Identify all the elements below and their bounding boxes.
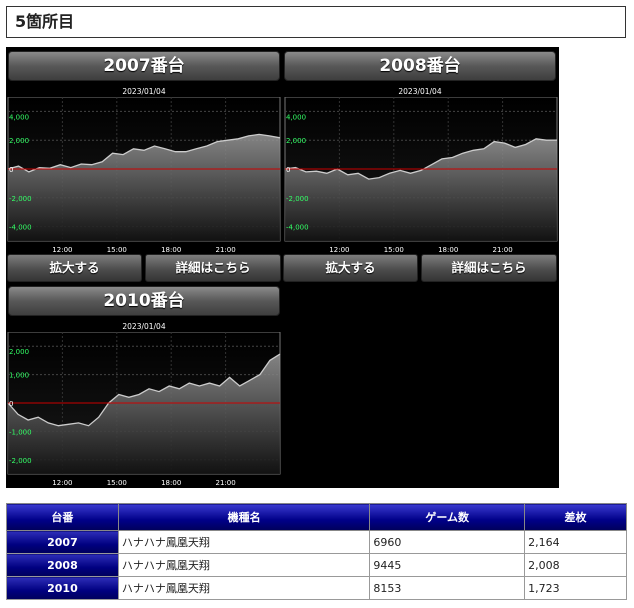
- slump-chart-2010: 2,000 1,000 0 -1,000 -2,000 12:00 15:00 18:00 21…: [7, 332, 281, 487]
- x-tick-label: 18:00: [438, 246, 458, 254]
- x-tick-label: 12:00: [329, 246, 349, 254]
- cell-machine-number: 2007: [6, 530, 119, 554]
- table-row: 2010 ハナハナ鳳凰天翔 8153 1,723: [6, 576, 627, 600]
- y-tick-label: 4,000: [286, 113, 306, 121]
- cell-model-name: ハナハナ鳳凰天翔: [117, 530, 371, 554]
- cell-game-count: 6960: [369, 530, 526, 554]
- zoom-button-2008[interactable]: 拡大する: [283, 254, 418, 282]
- y-tick-label: 2,000: [9, 348, 29, 356]
- y-tick-label: -2,000: [9, 195, 32, 203]
- x-tick-label: 12:00: [52, 479, 72, 487]
- table-header-row: 台番 機種名 ゲーム数 差枚: [6, 503, 627, 531]
- detail-button-2007[interactable]: 詳細はこちら: [145, 254, 281, 282]
- machine-title-2007[interactable]: 2007番台: [8, 51, 280, 81]
- cell-machine-number: 2010: [6, 576, 119, 600]
- cell-medal-diff: 2,164: [524, 530, 627, 554]
- y-tick-label: -1,000: [9, 428, 32, 436]
- header-medal-diff: 差枚: [524, 503, 627, 531]
- header-game-count: ゲーム数: [369, 503, 526, 531]
- x-tick-label: 21:00: [216, 479, 236, 487]
- machine-title-2008[interactable]: 2008番台: [284, 51, 556, 81]
- y-tick-label: 0: [9, 400, 13, 408]
- cell-machine-number: 2008: [6, 553, 119, 577]
- y-tick-label: -4,000: [9, 224, 32, 232]
- header-model-name: 機種名: [117, 503, 371, 531]
- chart-date-2007: 2023/01/04: [122, 87, 166, 96]
- cell-model-name: ハナハナ鳳凰天翔: [117, 553, 371, 577]
- y-tick-label: -4,000: [286, 224, 309, 232]
- chart-date-2008: 2023/01/04: [398, 87, 442, 96]
- cell-game-count: 8153: [369, 576, 526, 600]
- y-tick-label: 0: [286, 166, 290, 174]
- summary-table: 台番 機種名 ゲーム数 差枚 2007 ハナハナ鳳凰天翔 6960 2,164 …: [6, 503, 627, 600]
- x-tick-label: 12:00: [52, 246, 72, 254]
- x-tick-label: 15:00: [107, 246, 127, 254]
- y-tick-label: 2,000: [286, 137, 306, 145]
- y-tick-label: 0: [9, 166, 13, 174]
- header-machine-number: 台番: [6, 503, 119, 531]
- y-tick-label: 4,000: [9, 113, 29, 121]
- slump-chart-2008: 4,000 2,000 0 -2,000 -4,000 12:00 15:00 18:00 21…: [284, 97, 558, 254]
- y-tick-label: -2,000: [9, 457, 32, 465]
- x-tick-label: 15:00: [107, 479, 127, 487]
- x-tick-label: 21:00: [493, 246, 513, 254]
- graph-panel-area: 2007番台 2023/01/04 4,000 2,000 0 -2,000 -4,00…: [6, 47, 559, 488]
- cell-model-name: ハナハナ鳳凰天翔: [117, 576, 371, 600]
- slump-chart-2007: 4,000 2,000 0 -2,000 -4,000 12:00 15:00 18:00 21…: [7, 97, 281, 254]
- cell-medal-diff: 2,008: [524, 553, 627, 577]
- y-tick-label: 1,000: [9, 372, 29, 380]
- y-tick-label: 2,000: [9, 137, 29, 145]
- machine-title-2010[interactable]: 2010番台: [8, 286, 280, 316]
- x-tick-label: 15:00: [384, 246, 404, 254]
- table-row: 2008 ハナハナ鳳凰天翔 9445 2,008: [6, 553, 627, 577]
- chart-date-2010: 2023/01/04: [122, 322, 166, 331]
- x-tick-label: 18:00: [161, 246, 181, 254]
- cell-medal-diff: 1,723: [524, 576, 627, 600]
- x-tick-label: 18:00: [161, 479, 181, 487]
- x-tick-label: 21:00: [216, 246, 236, 254]
- section-title: 5箇所目: [6, 6, 626, 38]
- detail-button-2008[interactable]: 詳細はこちら: [421, 254, 557, 282]
- y-tick-label: -2,000: [286, 195, 309, 203]
- zoom-button-2007[interactable]: 拡大する: [7, 254, 142, 282]
- table-row: 2007 ハナハナ鳳凰天翔 6960 2,164: [6, 530, 627, 554]
- cell-game-count: 9445: [369, 553, 526, 577]
